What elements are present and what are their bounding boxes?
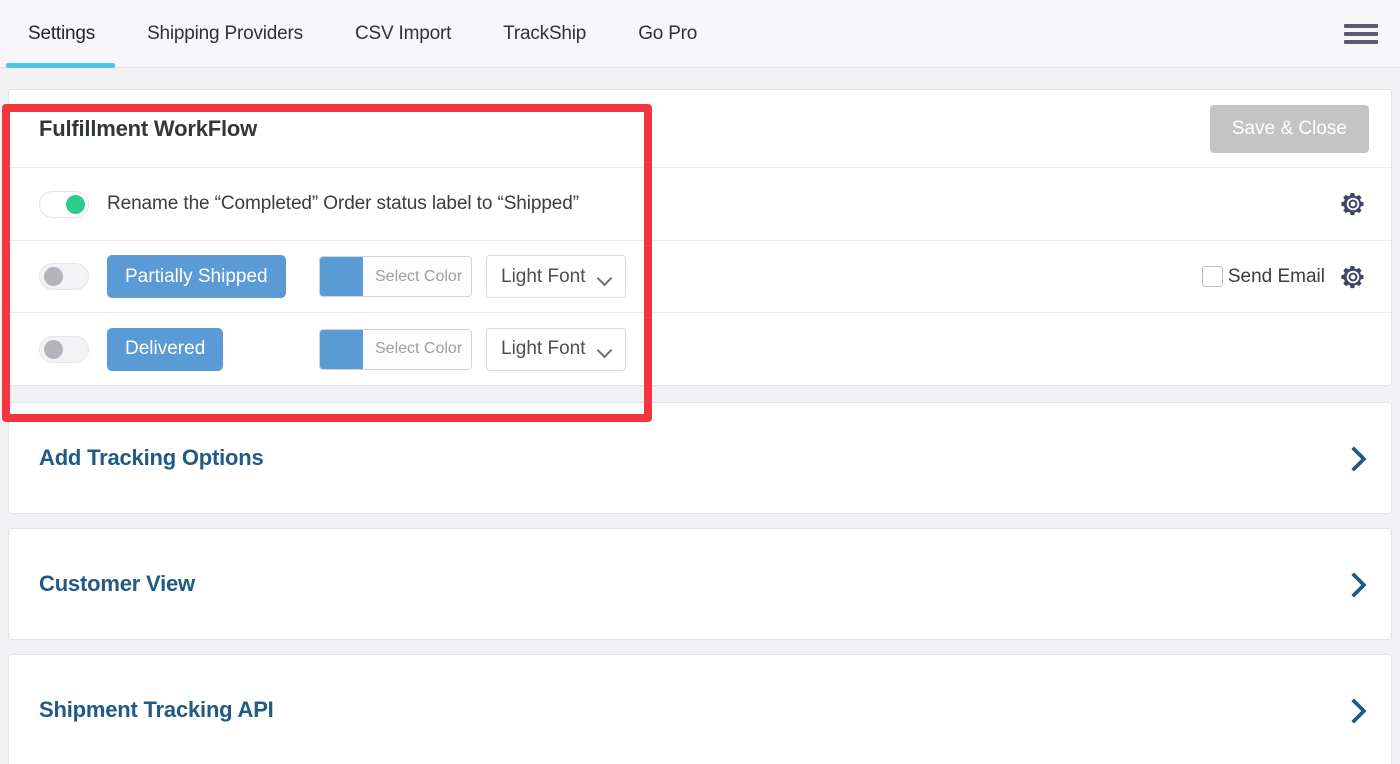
send-email-checkbox[interactable]: Send Email [1201,265,1325,288]
workflow-row-delivered: Delivered Select Color Light Font [9,313,1391,385]
section-shipment-tracking-api[interactable]: Shipment Tracking API [8,654,1392,764]
select-color-input[interactable]: Select Color [363,257,471,296]
row-right-controls: Send Email [1201,263,1367,291]
settings-page-body: Fulfillment WorkFlow Save & Close Rename… [0,89,1400,764]
workflow-header: Fulfillment WorkFlow Save & Close [9,90,1391,168]
workflow-row-rename-completed: Rename the “Completed” Order status labe… [9,168,1391,241]
color-swatch[interactable] [320,257,363,296]
section-add-tracking-options[interactable]: Add Tracking Options [8,402,1392,514]
tab-trackship[interactable]: TrackShip [477,0,612,68]
section-title: Shipment Tracking API [39,697,274,722]
tab-list: Settings Shipping Providers CSV Import T… [0,0,723,68]
toggle-knob [66,194,85,214]
hamburger-bar [1344,32,1378,36]
status-button-partially-shipped[interactable]: Partially Shipped [107,255,286,298]
color-swatch[interactable] [320,329,363,369]
workflow-row-partially-shipped: Partially Shipped Select Color Light Fon… [9,241,1391,313]
font-select-value: Light Font [501,338,586,359]
row-right-controls [1339,190,1367,218]
font-select-value: Light Font [501,265,586,287]
checkbox-box[interactable] [1201,266,1223,287]
tab-go-pro[interactable]: Go Pro [612,0,723,68]
tab-trackship-label: TrackShip [503,23,587,44]
page-title: Fulfillment WorkFlow [39,115,258,141]
gear-icon[interactable] [1339,263,1367,291]
hamburger-menu-icon[interactable] [1344,21,1378,47]
chevron-right-icon[interactable] [1343,695,1365,725]
status-button-wrap: Delivered [107,327,319,371]
send-email-label: Send Email [1227,265,1325,287]
toggle-delivered[interactable] [39,335,89,363]
gear-icon[interactable] [1339,190,1367,218]
section-customer-view[interactable]: Customer View [8,528,1392,640]
chevron-down-icon [598,273,611,281]
status-button-delivered[interactable]: Delivered [107,327,224,371]
toggle-rename-completed[interactable] [39,190,89,218]
partially-shipped-controls: Partially Shipped Select Color Light Fon… [107,255,626,298]
delivered-controls: Delivered Select Color Light Font [107,327,626,371]
font-select-partially-shipped[interactable]: Light Font [486,255,626,298]
tab-shipping-providers-label: Shipping Providers [147,23,303,44]
row-left-controls: Rename the “Completed” Order status labe… [39,190,1339,218]
tab-settings[interactable]: Settings [0,0,121,68]
row-left-controls: Delivered Select Color Light Font [39,327,1367,371]
rename-completed-label: Rename the “Completed” Order status labe… [107,193,579,214]
color-picker-partially-shipped[interactable]: Select Color [319,256,472,297]
top-tab-bar: Settings Shipping Providers CSV Import T… [0,0,1400,68]
save-and-close-button[interactable]: Save & Close [1209,104,1369,153]
toggle-knob [44,339,63,359]
tab-go-pro-label: Go Pro [638,23,698,44]
select-color-input[interactable]: Select Color [363,329,471,369]
hamburger-bar [1344,24,1378,28]
chevron-right-icon[interactable] [1343,443,1365,473]
section-title: Add Tracking Options [39,445,264,470]
toggle-partially-shipped[interactable] [39,263,89,290]
fulfillment-workflow-panel: Fulfillment WorkFlow Save & Close Rename… [8,89,1392,386]
font-select-delivered[interactable]: Light Font [486,327,626,371]
chevron-down-icon [598,345,611,353]
tab-settings-label: Settings [28,23,96,44]
color-picker-delivered[interactable]: Select Color [319,328,472,370]
chevron-right-icon[interactable] [1343,569,1365,599]
tab-csv-import-label: CSV Import [354,23,452,44]
tab-shipping-providers[interactable]: Shipping Providers [121,0,329,68]
toggle-knob [44,267,63,286]
row-left-controls: Partially Shipped Select Color Light Fon… [39,255,1202,298]
tab-csv-import[interactable]: CSV Import [329,0,477,68]
section-title: Customer View [39,571,195,596]
hamburger-bar [1344,40,1378,44]
status-button-wrap: Partially Shipped [107,255,319,298]
